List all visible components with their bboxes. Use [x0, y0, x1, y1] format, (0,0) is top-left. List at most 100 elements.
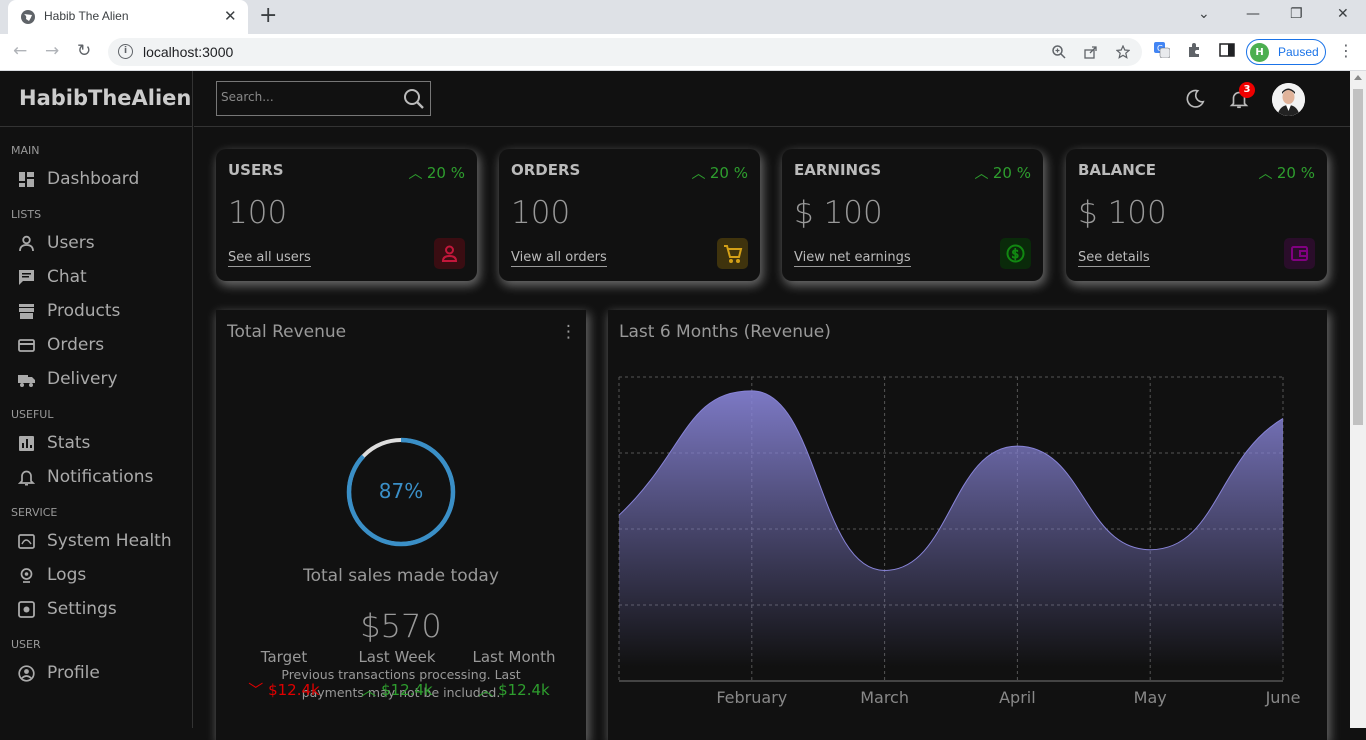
widget-link[interactable]: View all orders	[511, 250, 607, 267]
reload-icon[interactable]: ↻	[77, 42, 91, 60]
stat-label: Last Week	[358, 648, 436, 666]
stat-value: ︿ $12.4k	[478, 681, 550, 699]
close-window-icon[interactable]: ✕	[1337, 6, 1349, 22]
dark-mode-moon-icon[interactable]	[1184, 88, 1206, 110]
arrow-down-icon: ﹀	[248, 681, 269, 699]
user-avatar[interactable]	[1272, 83, 1305, 116]
total-revenue-card: Total Revenue ⋮ 87% Total sales made tod…	[216, 310, 586, 740]
sidebar-item-orders[interactable]: Orders	[18, 328, 192, 362]
sidebar-section-title: USER	[11, 638, 41, 651]
x-tick-label: February	[716, 688, 787, 707]
extensions-icon[interactable]	[1186, 42, 1202, 58]
scroll-up-icon[interactable]	[1354, 75, 1362, 80]
sidebar-item-chat[interactable]: Chat	[18, 260, 192, 294]
forward-icon[interactable]: →	[45, 42, 59, 60]
app: HabibTheAlien MAIN Dashboard LISTS Users Cha…	[0, 71, 1350, 740]
url-text: localhost:3000	[143, 44, 234, 60]
profile-status: Paused	[1278, 45, 1319, 59]
revenue-area	[619, 390, 1283, 681]
widget-title: BALANCE	[1078, 161, 1157, 179]
sidebar-item-system-health[interactable]: System Health	[18, 524, 192, 558]
search-icon[interactable]	[402, 87, 426, 111]
arrow-up-icon: ︿	[408, 166, 427, 182]
sidebar-item-label: Profile	[47, 663, 100, 683]
sidebar-item-profile[interactable]: Profile	[18, 656, 192, 690]
side-panel-icon[interactable]	[1219, 42, 1235, 58]
user-icon	[19, 235, 34, 251]
widget-link[interactable]: See all users	[228, 250, 311, 267]
sidebar-section-title: MAIN	[11, 144, 40, 157]
sidebar-item-delivery[interactable]: Delivery	[18, 362, 192, 396]
widget-title: ORDERS	[511, 161, 581, 179]
sidebar-item-users[interactable]: Users	[18, 226, 192, 260]
sidebar-item-label: Chat	[47, 267, 87, 287]
widget-title: EARNINGS	[794, 161, 882, 179]
widget-link[interactable]: See details	[1078, 250, 1150, 267]
widget-value: $ 100	[794, 195, 883, 231]
new-tab-icon[interactable]: +	[259, 5, 277, 27]
translate-icon[interactable]: G	[1154, 42, 1170, 58]
sidebar-item-stats[interactable]: Stats	[18, 426, 192, 460]
address-bar[interactable]: i localhost:3000	[108, 38, 1142, 66]
tab-search-icon[interactable]: ⌄	[1198, 6, 1210, 22]
svg-text:$: $	[1012, 247, 1020, 261]
page-scrollbar[interactable]	[1350, 71, 1366, 728]
browser-tab[interactable]: Habib The Alien ✕	[8, 0, 248, 34]
notification-badge: 3	[1239, 82, 1255, 98]
sidebar-item-logs[interactable]: Logs	[18, 558, 192, 592]
widget-link[interactable]: View net earnings	[794, 250, 911, 267]
widget-balance: BALANCE ︿ 20 % $ 100 See details	[1066, 149, 1327, 281]
bookmark-star-icon[interactable]	[1116, 45, 1130, 59]
sidebar-item-dashboard[interactable]: Dashboard	[18, 162, 192, 196]
sidebar-section-title: LISTS	[11, 208, 42, 221]
card-title: Total Revenue	[227, 322, 347, 342]
stat-target: Target ﹀ $12.4k	[224, 648, 344, 700]
widget-orders: ORDERS ︿ 20 % 100 View all orders	[499, 149, 760, 281]
more-options-icon[interactable]: ⋮	[560, 324, 577, 341]
credit-card-icon	[18, 338, 35, 352]
close-tab-icon[interactable]: ✕	[224, 8, 237, 24]
sidebar-item-label: Delivery	[47, 369, 118, 389]
x-tick-label: March	[860, 688, 909, 707]
chart-icon	[19, 435, 34, 451]
stat-value: ﹀ $12.4k	[248, 681, 320, 699]
profile-avatar: H	[1250, 43, 1269, 62]
sidebar-item-label: System Health	[47, 531, 172, 551]
zoom-icon[interactable]	[1052, 45, 1066, 59]
sidebar-item-label: Products	[47, 301, 121, 321]
browser-menu-icon[interactable]: ⋮	[1338, 42, 1354, 60]
search-input[interactable]	[221, 90, 391, 104]
browser-toolbar: ← → ↻ i localhost:3000 G H Paused ⋮	[0, 34, 1366, 71]
profile-icon	[18, 664, 35, 682]
sidebar-item-label: Logs	[47, 565, 87, 585]
restore-icon[interactable]: ❐	[1290, 6, 1303, 22]
widget-percentage: ︿ 20 %	[691, 164, 748, 182]
sidebar-item-label: Settings	[47, 599, 117, 619]
sidebar-item-notifications[interactable]: Notifications	[18, 460, 192, 494]
sidebar-item-settings[interactable]: Settings	[18, 592, 192, 626]
chat-icon	[19, 269, 34, 285]
widget-users: USERS ︿ 20 % 100 See all users	[216, 149, 477, 281]
widget-value: 100	[228, 195, 288, 231]
sidebar-section-title: USEFUL	[11, 408, 54, 421]
site-info-icon[interactable]: i	[118, 44, 133, 59]
tab-title: Habib The Alien	[44, 9, 129, 23]
x-tick-label: June	[1265, 688, 1301, 707]
share-icon[interactable]	[1084, 45, 1098, 59]
sidebar-item-label: Stats	[47, 433, 91, 453]
sidebar-nav: MAIN Dashboard LISTS Users Chat Products Order…	[0, 127, 192, 690]
widget-value: 100	[511, 195, 571, 231]
sidebar-item-label: Users	[47, 233, 95, 253]
scrollbar-thumb[interactable]	[1353, 89, 1363, 425]
sidebar-item-products[interactable]: Products	[18, 294, 192, 328]
sidebar-item-label: Notifications	[47, 467, 154, 487]
back-icon[interactable]: ←	[13, 42, 27, 60]
arrow-up-icon: ︿	[691, 166, 710, 182]
sidebar: HabibTheAlien MAIN Dashboard LISTS Users Cha…	[0, 71, 193, 728]
sales-subtitle: Total sales made today	[303, 566, 499, 586]
profile-chip[interactable]: H Paused	[1246, 39, 1326, 65]
minimize-icon[interactable]: —	[1246, 6, 1260, 22]
stat-last-month: Last Month ︿ $12.4k	[454, 648, 574, 700]
sidebar-item-label: Dashboard	[47, 169, 140, 189]
logo[interactable]: HabibTheAlien	[0, 71, 192, 127]
